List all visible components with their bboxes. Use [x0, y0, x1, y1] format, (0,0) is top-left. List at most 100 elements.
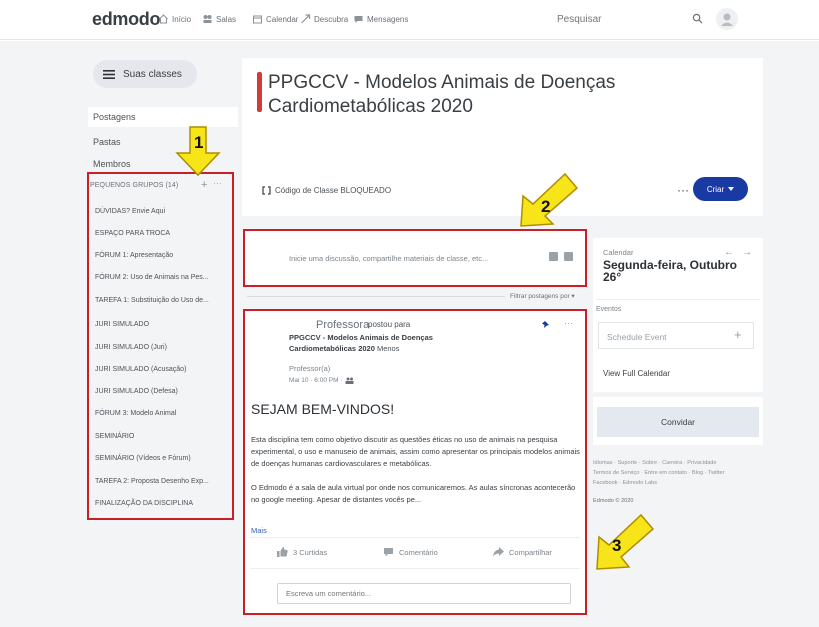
events-label: Eventos [596, 306, 622, 313]
group-item[interactable]: JURI SIMULADO (Defesa) [95, 388, 178, 395]
group-item[interactable]: SEMINÁRIO (Vídeos e Fórum) [95, 455, 191, 462]
discover-icon [301, 14, 311, 24]
divider [596, 299, 760, 300]
footer-link[interactable]: Suporte [618, 460, 638, 466]
group-item[interactable]: JURI SIMULADO (Acusação) [95, 366, 186, 373]
share-button[interactable]: Compartilhar [493, 547, 552, 557]
callout-arrow-3 [596, 513, 655, 570]
messages-icon [354, 16, 363, 23]
small-groups-header: PEQUENOS GRUPOS (14) [90, 182, 179, 189]
calendar-date: Segunda-feira, Outubro 26° [603, 258, 738, 284]
footer-link[interactable]: Edmodo Labs [623, 480, 658, 486]
footer-link[interactable]: Carreira [662, 460, 682, 466]
copyright: Edmodo © 2020 [593, 498, 634, 504]
share-icon [493, 547, 504, 557]
search-input[interactable] [553, 8, 703, 30]
post-body: Esta disciplina tem como objetivo discut… [251, 434, 581, 518]
group-item[interactable]: JURI SIMULADO (Juri) [95, 344, 167, 351]
code-brackets-icon [262, 186, 271, 195]
post-author[interactable]: Professora [316, 319, 369, 331]
group-item[interactable]: SEMINÁRIO [95, 433, 134, 440]
group-item[interactable]: ESPAÇO PARA TROCA [95, 230, 170, 237]
footer-link[interactable]: Termos de Serviço [593, 470, 639, 476]
group-item[interactable]: FÓRUM 3: Modelo Animal [95, 410, 176, 417]
profile-avatar-icon[interactable] [716, 8, 738, 30]
schedule-event-label: Schedule Event [607, 332, 667, 342]
attach-image-icon[interactable] [549, 252, 558, 261]
header-more-icon[interactable]: ··· [677, 183, 689, 197]
nav-label-calendar: Calendar [266, 14, 299, 24]
post-more-icon[interactable]: ··· [564, 318, 573, 328]
group-item[interactable]: TAREFA 1: Substituição do Uso de... [95, 297, 209, 304]
edmodo-logo[interactable]: edmodo [92, 9, 161, 30]
search-icon[interactable] [692, 13, 703, 24]
nav-item-mensagens[interactable]: Mensagens [353, 14, 408, 24]
pin-icon[interactable] [541, 320, 550, 329]
post-date-row: Mai 10 · 6:00 PM · [289, 377, 354, 384]
filter-posts-dropdown[interactable]: Filtrar postagens por ▾ [510, 292, 575, 300]
footer-link[interactable]: Sobre [642, 460, 657, 466]
class-code-label: Código de Classe BLOQUEADO [275, 186, 392, 195]
callout-number-1: 1 [194, 133, 204, 152]
invite-button[interactable]: Convidar [597, 407, 759, 437]
group-item[interactable]: DÚVIDAS? Envie Aqui [95, 208, 165, 215]
footer-link[interactable]: Entre em contato [644, 470, 687, 476]
comment-input[interactable] [277, 583, 571, 604]
your-classes-button[interactable]: Suas classes [93, 60, 197, 88]
group-item[interactable]: FÓRUM 1: Apresentação [95, 252, 173, 259]
group-item[interactable]: TAREFA 2: Proposta Desenho Exp... [95, 478, 209, 485]
post-target-class[interactable]: PPGCCV - Modelos Animais de Doenças Card… [289, 332, 469, 354]
footer-link[interactable]: Facebook [593, 480, 618, 486]
like-count: 3 Curtidas [293, 547, 328, 557]
nav-item-inicio[interactable]: Início [158, 14, 191, 24]
class-code-row[interactable]: Código de Classe BLOQUEADO [262, 186, 391, 195]
arrow-left-icon[interactable]: ← [724, 247, 734, 258]
nav-label-mensagens: Mensagens [367, 14, 409, 24]
sidebar-link-membros[interactable]: Membros [93, 159, 131, 169]
group-item[interactable]: FINALIZAÇÃO DA DISCIPLINA [95, 500, 193, 507]
post-read-more-link[interactable]: Mais [251, 526, 267, 535]
nav-item-salas[interactable]: Salas [202, 14, 236, 24]
footer-link[interactable]: Privacidade [687, 460, 716, 466]
sidebar-link-pastas[interactable]: Pastas [93, 137, 121, 147]
footer-link[interactable]: Blog [692, 470, 703, 476]
schedule-event-button[interactable]: Schedule Event [598, 322, 754, 349]
post-date: Mai 10 · 6:00 PM · [289, 377, 343, 384]
post-paragraph: O Edmodo é a sala de aula virtual por on… [251, 483, 576, 504]
nav-label-inicio: Início [172, 14, 192, 24]
create-button[interactable]: Criar [693, 177, 748, 201]
menu-icon [103, 69, 115, 79]
callout-number-2: 2 [541, 197, 551, 216]
nav-item-descubra[interactable]: Descubra [300, 14, 348, 24]
compose-placeholder[interactable]: Inicie uma discussão, compartilhe materi… [289, 254, 488, 263]
calendar-icon [253, 15, 262, 24]
top-navigation: edmodo Início Salas Calendar Descubra Me… [0, 0, 819, 40]
attach-file-icon[interactable] [564, 252, 573, 261]
calendar-label: Calendar [603, 248, 634, 257]
plus-icon[interactable]: + [734, 327, 742, 342]
share-label: Compartilhar [509, 547, 552, 557]
nav-label-descubra: Descubra [314, 14, 349, 24]
caret-down-icon [728, 187, 735, 191]
comment-button[interactable]: Comentário [383, 547, 438, 557]
nav-item-calendar[interactable]: Calendar [252, 14, 298, 24]
post-less-link[interactable]: Menos [377, 344, 400, 353]
add-group-icon[interactable]: + [201, 179, 207, 191]
home-icon [159, 14, 168, 24]
groups-more-icon[interactable]: ··· [213, 178, 222, 188]
class-title: PPGCCV - Modelos Animais de Doenças Card… [268, 72, 616, 117]
callout-number-3: 3 [612, 536, 622, 555]
group-item[interactable]: FÓRUM 2: Uso de Animais na Pes... [95, 274, 209, 281]
sidebar-link-postagens[interactable]: Postagens [88, 107, 238, 127]
post-author-role: Professor(a) [289, 364, 331, 373]
arrow-right-icon[interactable]: → [742, 247, 752, 258]
footer-link[interactable]: Idiomas [593, 460, 613, 466]
footer-link[interactable]: Twitter [708, 470, 724, 476]
footer-links: Idiomas · Suporte · Sobre · Carreira · P… [593, 460, 725, 486]
view-full-calendar-link[interactable]: View Full Calendar [603, 369, 670, 378]
nav-label-salas: Salas [216, 14, 237, 24]
like-button[interactable]: 3 Curtidas [277, 547, 327, 557]
group-item[interactable]: JURI SIMULADO [95, 321, 149, 328]
post-heading: SEJAM BEM-VINDOS! [251, 401, 395, 417]
invite-label: Convidar [660, 417, 696, 427]
